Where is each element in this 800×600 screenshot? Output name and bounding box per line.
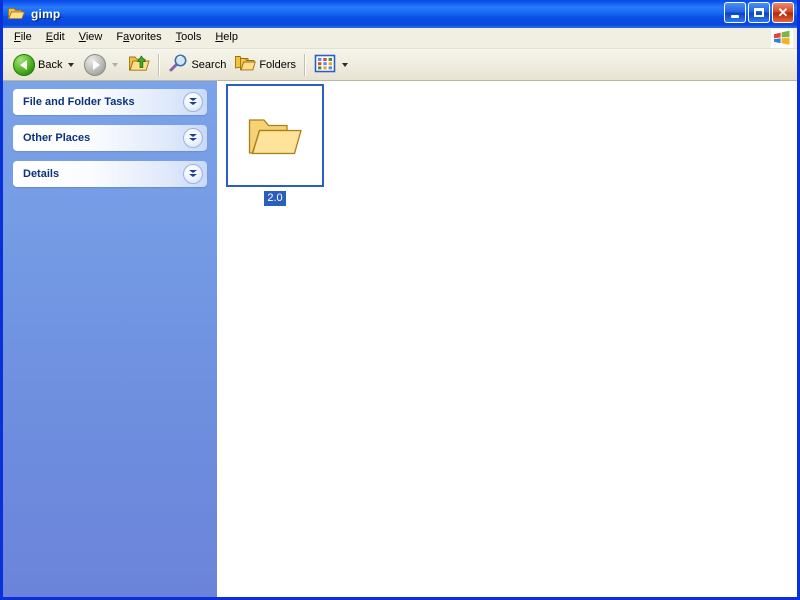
views-grid-icon: [314, 54, 336, 76]
client-area: File and Folder Tasks Other Places Detai…: [3, 81, 797, 597]
panel-file-and-folder-tasks[interactable]: File and Folder Tasks: [13, 89, 207, 115]
double-chevron-down-icon[interactable]: [183, 164, 203, 184]
close-icon: ✕: [777, 5, 789, 20]
menu-item-tools[interactable]: Tools: [169, 29, 209, 47]
panel-title: Other Places: [23, 132, 91, 144]
double-chevron-down-icon[interactable]: [183, 128, 203, 148]
back-dropdown-icon[interactable]: [68, 62, 75, 67]
back-arrow-icon: [13, 53, 35, 76]
menu-bar: File Edit View Favorites Tools Help: [3, 28, 797, 49]
magnifier-icon: [168, 53, 188, 76]
folders-icon: [234, 53, 257, 76]
maximize-icon: [754, 8, 764, 17]
menu-item-favorites[interactable]: Favorites: [109, 29, 168, 47]
forward-arrow-icon: [84, 53, 107, 76]
double-chevron-down-icon[interactable]: [183, 92, 203, 112]
windows-logo-icon: [771, 29, 793, 48]
panel-other-places[interactable]: Other Places: [13, 125, 207, 151]
forward-button[interactable]: [80, 52, 124, 78]
menu-item-edit[interactable]: Edit: [39, 29, 72, 47]
minimize-button[interactable]: [724, 2, 746, 23]
panel-title: Details: [23, 168, 60, 180]
menu-item-file[interactable]: File: [7, 29, 39, 47]
toolbar-separator: [158, 53, 161, 76]
maximize-button[interactable]: [748, 2, 770, 23]
menu-item-view[interactable]: View: [72, 29, 110, 47]
task-pane-sidebar: File and Folder Tasks Other Places Detai…: [3, 81, 217, 597]
item-label: 2.0: [264, 191, 286, 206]
window-title: gimp: [31, 7, 61, 21]
folders-button[interactable]: Folders: [230, 52, 300, 78]
forward-dropdown-icon: [112, 62, 119, 67]
back-label: Back: [38, 58, 63, 71]
panel-header[interactable]: Other Places: [13, 125, 207, 151]
back-button[interactable]: Back: [9, 52, 80, 78]
folder-icon: [8, 6, 26, 22]
panel-header[interactable]: Details: [13, 161, 207, 187]
file-list-view[interactable]: 2.0: [217, 81, 797, 597]
views-button[interactable]: [310, 52, 354, 78]
folder-icon: [247, 113, 303, 159]
toolbar: Back Search Folders: [3, 49, 797, 81]
explorer-window: gimp ✕ File Edit View Favorites Tools He…: [0, 0, 800, 600]
toolbar-separator-2: [304, 53, 307, 76]
up-folder-icon: [128, 53, 151, 76]
search-label: Search: [191, 58, 227, 71]
views-dropdown-icon[interactable]: [342, 62, 349, 67]
menu-item-help[interactable]: Help: [208, 29, 245, 47]
search-button[interactable]: Search: [164, 52, 230, 78]
minimize-icon: [731, 14, 739, 18]
up-button[interactable]: [124, 52, 154, 78]
panel-title: File and Folder Tasks: [23, 96, 135, 108]
title-bar[interactable]: gimp ✕: [3, 0, 797, 28]
panel-details[interactable]: Details: [13, 161, 207, 187]
panel-header[interactable]: File and Folder Tasks: [13, 89, 207, 115]
folders-label: Folders: [259, 58, 297, 71]
list-item[interactable]: 2.0: [225, 84, 325, 206]
close-button[interactable]: ✕: [772, 2, 794, 23]
item-icon-box: [226, 84, 324, 187]
window-controls: ✕: [724, 2, 794, 23]
